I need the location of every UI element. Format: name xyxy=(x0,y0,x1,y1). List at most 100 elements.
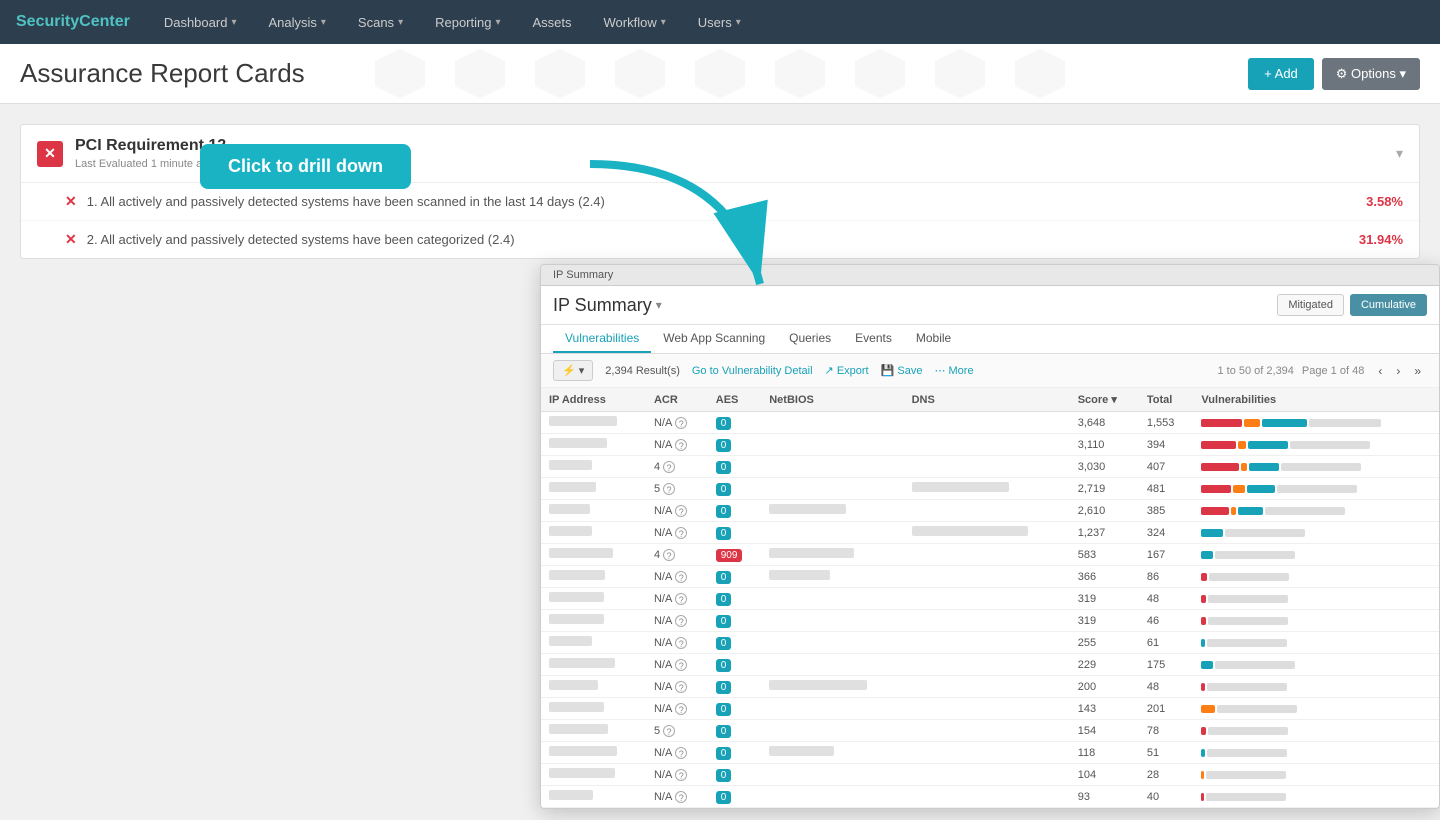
cell-ip xyxy=(541,566,646,588)
cell-acr: N/A? xyxy=(646,764,708,786)
chevron-down-icon[interactable]: ▾ xyxy=(1396,145,1403,162)
table-row[interactable]: N/A?01,237324 xyxy=(541,522,1439,544)
cell-netbios xyxy=(761,698,903,720)
main-content: ✕ PCI Requirement 12 Last Evaluated 1 mi… xyxy=(0,104,1440,295)
ip-table-container: IP Address ACR AES NetBIOS DNS Score ▾ T… xyxy=(541,388,1439,808)
ip-summary-panel: IP Summary IP Summary ▾ Mitigated Cumula… xyxy=(540,264,1440,809)
nav-item-assets[interactable]: Assets xyxy=(519,5,586,40)
col-acr[interactable]: ACR xyxy=(646,388,708,412)
add-button[interactable]: + Add xyxy=(1248,58,1314,90)
table-row[interactable]: 5?02,719481 xyxy=(541,478,1439,500)
cell-dns xyxy=(904,566,1070,588)
col-aes[interactable]: AES xyxy=(708,388,761,412)
pci-row-x-icon: ✕ xyxy=(65,193,77,210)
table-row[interactable]: N/A?010428 xyxy=(541,764,1439,786)
cell-ip xyxy=(541,456,646,478)
tab-queries[interactable]: Queries xyxy=(777,325,843,353)
table-row[interactable]: N/A?0 3232 xyxy=(541,808,1439,809)
cell-aes: 0 xyxy=(708,434,761,456)
prev-page-button[interactable]: ‹ xyxy=(1372,362,1388,380)
pci-row-2[interactable]: ✕ 2. All actively and passively detected… xyxy=(21,221,1419,258)
table-row[interactable]: 4?03,030407 xyxy=(541,456,1439,478)
table-row[interactable]: N/A?011851 xyxy=(541,742,1439,764)
cell-score: 32 xyxy=(1070,808,1139,809)
cell-ip xyxy=(541,610,646,632)
cell-vulnerabilities xyxy=(1193,478,1439,500)
table-row[interactable]: N/A?09340 xyxy=(541,786,1439,808)
cell-ip xyxy=(541,544,646,566)
ip-panel-title: IP Summary ▾ xyxy=(553,295,662,316)
cell-score: 93 xyxy=(1070,786,1139,808)
cell-acr: 5? xyxy=(646,720,708,742)
mitigated-button[interactable]: Mitigated xyxy=(1277,294,1344,316)
col-score[interactable]: Score ▾ xyxy=(1070,388,1139,412)
pci-close-button[interactable]: ✕ xyxy=(37,141,63,167)
nav-item-analysis[interactable]: Analysis ▾ xyxy=(254,5,339,40)
cell-total: 78 xyxy=(1139,720,1194,742)
filter-button[interactable]: ⚡ ▾ xyxy=(553,360,593,381)
nav-item-dashboard[interactable]: Dashboard ▾ xyxy=(150,5,251,40)
options-button[interactable]: ⚙ Options ▾ xyxy=(1322,58,1420,90)
cell-total: 32 xyxy=(1139,808,1194,809)
table-row[interactable]: N/A?020048 xyxy=(541,676,1439,698)
ip-toolbar: ⚡ ▾ 2,394 Result(s) Go to Vulnerability … xyxy=(541,354,1439,388)
cell-aes: 0 xyxy=(708,610,761,632)
cell-total: 175 xyxy=(1139,654,1194,676)
col-netbios[interactable]: NetBIOS xyxy=(761,388,903,412)
cell-netbios xyxy=(761,500,903,522)
nav-item-workflow[interactable]: Workflow ▾ xyxy=(590,5,680,40)
table-row[interactable]: N/A?036686 xyxy=(541,566,1439,588)
table-row[interactable]: N/A?02,610385 xyxy=(541,500,1439,522)
col-total[interactable]: Total xyxy=(1139,388,1194,412)
tab-events[interactable]: Events xyxy=(843,325,904,353)
more-link[interactable]: ⋯ More xyxy=(934,364,973,377)
export-link[interactable]: ↗ Export xyxy=(825,364,869,377)
table-row[interactable]: 5?015478 xyxy=(541,720,1439,742)
cell-aes: 0 xyxy=(708,698,761,720)
tab-mobile[interactable]: Mobile xyxy=(904,325,963,353)
table-row[interactable]: N/A?03,6481,553 xyxy=(541,412,1439,434)
nav-item-reporting[interactable]: Reporting ▾ xyxy=(421,5,514,40)
tab-web-app-scanning[interactable]: Web App Scanning xyxy=(651,325,777,353)
save-link[interactable]: 💾 Save xyxy=(881,364,923,377)
col-vulnerabilities[interactable]: Vulnerabilities xyxy=(1193,388,1439,412)
tab-vulnerabilities[interactable]: Vulnerabilities xyxy=(553,325,651,353)
cell-total: 48 xyxy=(1139,676,1194,698)
table-row[interactable]: N/A?031948 xyxy=(541,588,1439,610)
cell-vulnerabilities xyxy=(1193,588,1439,610)
pci-row-x-icon: ✕ xyxy=(65,231,77,248)
table-row[interactable]: N/A?0143201 xyxy=(541,698,1439,720)
cell-total: 48 xyxy=(1139,588,1194,610)
table-row[interactable]: N/A?03,110394 xyxy=(541,434,1439,456)
brand-logo[interactable]: SecurityCenter xyxy=(16,13,130,31)
table-row[interactable]: N/A?031946 xyxy=(541,610,1439,632)
ip-panel-header: IP Summary ▾ Mitigated Cumulative xyxy=(541,286,1439,325)
cell-netbios xyxy=(761,610,903,632)
table-row[interactable]: N/A?025561 xyxy=(541,632,1439,654)
cell-dns xyxy=(904,412,1070,434)
col-dns[interactable]: DNS xyxy=(904,388,1070,412)
ip-toolbar-right: 1 to 50 of 2,394 Page 1 of 48 ‹ › » xyxy=(1217,362,1427,380)
cell-score: 255 xyxy=(1070,632,1139,654)
last-page-button[interactable]: » xyxy=(1408,362,1427,380)
cell-aes: 0 xyxy=(708,654,761,676)
cell-aes: 0 xyxy=(708,522,761,544)
cell-aes: 0 xyxy=(708,676,761,698)
cell-ip xyxy=(541,434,646,456)
chevron-down-icon[interactable]: ▾ xyxy=(656,298,662,312)
cell-acr: N/A? xyxy=(646,412,708,434)
goto-vuln-detail-link[interactable]: Go to Vulnerability Detail xyxy=(692,365,813,377)
cell-acr: N/A? xyxy=(646,808,708,809)
table-row[interactable]: N/A?0229175 xyxy=(541,654,1439,676)
cell-aes: 0 xyxy=(708,808,761,809)
col-ip-address[interactable]: IP Address xyxy=(541,388,646,412)
nav-item-scans[interactable]: Scans ▾ xyxy=(344,5,417,40)
cell-ip xyxy=(541,676,646,698)
table-row[interactable]: 4?909583167 xyxy=(541,544,1439,566)
cell-ip xyxy=(541,412,646,434)
cell-score: 2,719 xyxy=(1070,478,1139,500)
next-page-button[interactable]: › xyxy=(1390,362,1406,380)
cumulative-button[interactable]: Cumulative xyxy=(1350,294,1427,316)
cell-vulnerabilities xyxy=(1193,698,1439,720)
nav-item-users[interactable]: Users ▾ xyxy=(684,5,755,40)
